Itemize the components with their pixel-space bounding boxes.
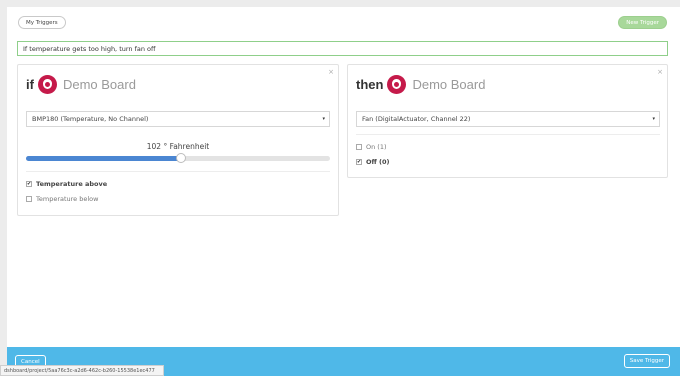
raspberry-pi-icon <box>387 75 407 94</box>
checkbox-unchecked-icon[interactable] <box>26 196 32 202</box>
slider-fill <box>26 156 182 161</box>
checkbox-unchecked-icon[interactable] <box>356 144 362 150</box>
action-panel: × then Demo Board Fan (DigitalActuator, … <box>347 64 668 178</box>
divider <box>356 134 660 135</box>
new-trigger-button[interactable]: New Trigger <box>618 16 667 29</box>
action-header: then Demo Board <box>356 75 485 94</box>
caret-down-icon: ▾ <box>652 116 655 122</box>
condition-board-name: Demo Board <box>62 77 136 92</box>
actuator-select-value: Fan (DigitalActuator, Channel 22) <box>362 115 471 123</box>
divider <box>26 171 330 172</box>
option-off[interactable]: ✔ Off (0) <box>356 158 390 166</box>
option-label: Temperature below <box>36 195 99 203</box>
actuator-select[interactable]: Fan (DigitalActuator, Channel 22) ▾ <box>356 111 660 127</box>
trigger-name-input[interactable] <box>17 41 668 56</box>
checkbox-checked-icon[interactable]: ✔ <box>356 159 362 165</box>
caret-down-icon: ▾ <box>322 116 325 122</box>
condition-panel: × if Demo Board BMP180 (Temperature, No … <box>17 64 339 216</box>
close-action-icon[interactable]: × <box>657 68 663 76</box>
my-triggers-button[interactable]: My Triggers <box>18 16 66 29</box>
then-keyword: then <box>356 77 384 92</box>
option-temperature-below[interactable]: Temperature below <box>26 195 98 203</box>
status-bar-url: dshboard/project/5aa76c3c-a2d6-462c-b260… <box>0 365 164 376</box>
temperature-slider[interactable] <box>26 153 330 163</box>
close-condition-icon[interactable]: × <box>328 68 334 76</box>
option-label: Temperature above <box>36 180 108 188</box>
condition-header: if Demo Board <box>26 75 136 94</box>
sensor-select[interactable]: BMP180 (Temperature, No Channel) ▾ <box>26 111 330 127</box>
option-label: On (1) <box>366 143 387 151</box>
slider-value-label: 102 ° Fahrenheit <box>146 142 210 151</box>
option-on[interactable]: On (1) <box>356 143 387 151</box>
checkbox-checked-icon[interactable]: ✔ <box>26 181 32 187</box>
raspberry-pi-icon <box>37 75 57 94</box>
if-keyword: if <box>26 77 34 92</box>
sensor-select-value: BMP180 (Temperature, No Channel) <box>32 115 149 123</box>
save-trigger-button[interactable]: Save Trigger <box>623 354 670 368</box>
option-temperature-above[interactable]: ✔ Temperature above <box>26 180 107 188</box>
action-board-name: Demo Board <box>412 77 486 92</box>
main-frame: My Triggers New Trigger × if Demo Board … <box>7 7 680 376</box>
option-label: Off (0) <box>366 158 390 166</box>
slider-handle[interactable] <box>176 153 187 163</box>
